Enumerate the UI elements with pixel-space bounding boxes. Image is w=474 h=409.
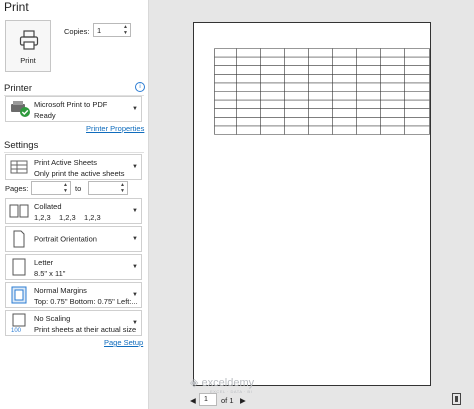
printer-select[interactable]: Microsoft Print to PDF Ready ▼ — [5, 96, 142, 122]
watermark-logo-icon: ◈ — [190, 377, 199, 389]
chevron-down-icon: ▼ — [132, 236, 138, 242]
scaling-select[interactable]: 100 No Scaling Print sheets at their act… — [5, 310, 142, 336]
printer-name: Microsoft Print to PDF — [34, 100, 108, 109]
print-button-label: Print — [20, 56, 36, 65]
chevron-down-icon: ▼ — [132, 106, 138, 112]
margins-value: Normal Margins — [34, 286, 87, 295]
page-setup-link[interactable]: Page Setup — [104, 338, 143, 347]
decrement-icon[interactable]: ▼ — [120, 189, 125, 194]
orientation-value: Portrait Orientation — [34, 234, 97, 244]
copies-value: 1 — [97, 26, 102, 35]
collation-value: Collated — [34, 202, 62, 211]
chevron-down-icon: ▼ — [132, 208, 138, 214]
copies-label: Copies: — [64, 27, 90, 36]
margins-icon — [11, 286, 27, 304]
page-title: Print — [4, 0, 29, 14]
pages-to-input[interactable]: ▲ ▼ — [88, 181, 128, 195]
current-page-value: 1 — [204, 396, 208, 403]
collation-order: 1,2,3 1,2,3 1,2,3 — [34, 213, 101, 222]
margins-detail: Top: 0.75" Bottom: 0.75" Left:... — [34, 297, 138, 306]
page-total: of 1 — [221, 396, 234, 405]
portrait-icon — [13, 230, 25, 248]
chevron-down-icon: ▼ — [132, 264, 138, 270]
next-page-icon[interactable]: ▶ — [240, 396, 246, 405]
copies-stepper[interactable]: 1 ▲ ▼ — [93, 23, 131, 37]
info-icon[interactable]: i — [135, 82, 145, 92]
watermark: ◈ exceldemy EXCEL · DATA · BI — [190, 376, 255, 394]
scaling-icon: 100 — [11, 313, 26, 333]
pages-from-input[interactable]: ▲ ▼ — [31, 181, 71, 195]
preview-grid — [214, 48, 430, 135]
decrement-icon[interactable]: ▼ — [123, 31, 128, 36]
chevron-down-icon: ▼ — [132, 292, 138, 298]
watermark-text: exceldemy — [201, 377, 255, 389]
pages-label: Pages: — [5, 184, 29, 193]
decrement-icon[interactable]: ▼ — [63, 189, 68, 194]
orientation-select[interactable]: Portrait Orientation ▼ — [5, 226, 142, 252]
chevron-down-icon: ▼ — [132, 164, 138, 170]
printer-status: Ready — [34, 111, 56, 120]
collated-icon — [9, 204, 29, 218]
watermark-subtext: EXCEL · DATA · BI — [210, 389, 253, 394]
paper-size-dimensions: 8.5" x 11" — [34, 269, 66, 278]
divider — [4, 152, 144, 153]
page-number-input[interactable]: 1 — [199, 393, 217, 406]
printer-section-title: Printer — [4, 83, 32, 94]
chevron-down-icon: ▼ — [132, 320, 138, 326]
previous-page-icon[interactable]: ◀ — [190, 396, 196, 405]
settings-section-title: Settings — [4, 140, 39, 151]
collation-select[interactable]: Collated 1,2,3 1,2,3 1,2,3 ▼ — [5, 198, 142, 224]
printer-icon — [19, 30, 39, 50]
scaling-icon-text: 100 — [11, 328, 22, 333]
sheets-icon — [10, 160, 28, 174]
paper-icon — [12, 258, 26, 276]
print-what-select[interactable]: Print Active Sheets Only print the activ… — [5, 154, 142, 180]
print-what-description: Only print the active sheets — [34, 169, 125, 178]
print-settings-pane: Print Print Copies: 1 ▲ ▼ Printer i Micr… — [0, 0, 148, 409]
print-button[interactable]: Print — [5, 20, 51, 72]
paper-size-value: Letter — [34, 258, 54, 267]
printer-ready-icon — [11, 101, 30, 117]
margins-select[interactable]: Normal Margins Top: 0.75" Bottom: 0.75" … — [5, 282, 142, 308]
paper-size-select[interactable]: Letter 8.5" x 11" ▼ — [5, 254, 142, 280]
print-what-value: Print Active Sheets — [34, 158, 97, 167]
printer-properties-link[interactable]: Printer Properties — [86, 124, 144, 133]
scaling-value: No Scaling — [34, 314, 71, 323]
pages-to-label: to — [75, 184, 82, 193]
zoom-to-page-icon[interactable] — [452, 393, 461, 405]
scaling-description: Print sheets at their actual size — [34, 325, 137, 334]
